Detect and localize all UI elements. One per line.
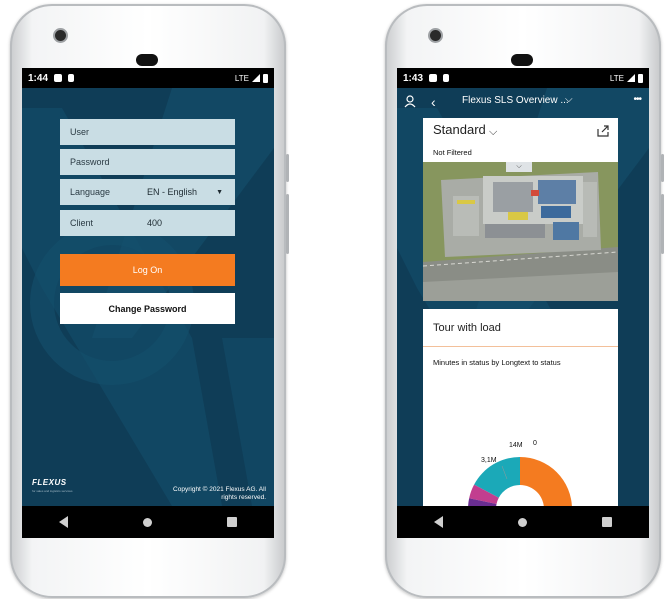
notification-icon	[429, 74, 438, 82]
speaker	[136, 54, 158, 66]
user-placeholder: User	[70, 127, 90, 137]
more-icon[interactable]: •••	[633, 94, 641, 105]
back-icon[interactable]: ‹	[431, 94, 436, 110]
sim-icon	[68, 74, 75, 82]
phone-dashboard: 1:43 LTE ‹ Flexus SLS Overview ... ⌵ •••…	[385, 4, 664, 598]
chevron-down-icon: ⌵	[516, 163, 522, 170]
phone-login: 1:44 LTE User Password Language EN - Eng…	[10, 4, 289, 598]
user-icon[interactable]	[404, 95, 416, 108]
flexus-logo: FLEXUS	[32, 478, 67, 487]
copyright-text: Copyright © 2021 Flexus AG. All rights r…	[173, 486, 266, 501]
login-screen: 1:44 LTE User Password Language EN - Eng…	[22, 68, 274, 538]
client-value: 400	[147, 218, 163, 228]
chevron-down-icon[interactable]: ⌵	[489, 126, 497, 139]
collapse-toggle[interactable]: ⌵	[506, 162, 532, 172]
card-standard-title: Standard	[433, 122, 486, 137]
nav-home-icon[interactable]	[142, 517, 152, 527]
share-icon[interactable]	[596, 124, 610, 138]
language-value: EN - English	[147, 187, 198, 197]
client-field[interactable]: Client 400	[60, 210, 235, 236]
nav-back-icon[interactable]	[59, 516, 69, 528]
card-standard[interactable]: Standard ⌵ Not Filtered ⌵	[423, 118, 618, 301]
battery-icon	[638, 73, 643, 83]
donut-label-3: 0	[533, 440, 537, 447]
user-field[interactable]: User	[60, 119, 235, 145]
system-nav-bar	[22, 506, 274, 538]
language-label: Language	[70, 187, 111, 197]
signal-icon	[627, 74, 635, 82]
card-tour-with-load[interactable]: Tour with load Minutes in status by Long…	[423, 309, 618, 506]
network-label: LTE	[234, 73, 249, 83]
nav-recent-icon[interactable]	[601, 517, 612, 527]
status-time: 1:43	[403, 72, 424, 84]
log-on-button[interactable]: Log On	[60, 254, 235, 286]
speaker	[511, 54, 533, 66]
change-password-button[interactable]: Change Password	[60, 293, 235, 324]
donut-chart	[468, 457, 572, 506]
status-time: 1:44	[28, 72, 49, 84]
nav-back-icon[interactable]	[434, 516, 444, 528]
app-header: ‹ Flexus SLS Overview ... ⌵ •••	[397, 88, 649, 115]
power-button	[661, 154, 664, 182]
status-bar: 1:43 LTE	[397, 68, 649, 88]
donut-label-1: 3,1M	[481, 457, 497, 464]
donut-label-2: 14M	[509, 442, 523, 449]
power-button	[286, 154, 289, 182]
status-bar: 1:44 LTE	[22, 68, 274, 88]
system-nav-bar	[397, 506, 649, 538]
signal-icon	[252, 74, 260, 82]
site-aerial-image: ⌵	[423, 162, 618, 301]
password-placeholder: Password	[70, 157, 110, 167]
dashboard-background: ‹ Flexus SLS Overview ... ⌵ ••• Standard…	[397, 88, 649, 506]
dropdown-caret-icon: ▼	[216, 188, 223, 196]
volume-button	[661, 194, 664, 254]
front-camera	[55, 30, 66, 41]
password-field[interactable]: Password	[60, 149, 235, 175]
nav-home-icon[interactable]	[517, 517, 527, 527]
filter-status: Not Filtered	[433, 148, 472, 157]
chevron-down-icon[interactable]: ⌵	[565, 94, 573, 105]
dashboard-screen: 1:43 LTE ‹ Flexus SLS Overview ... ⌵ •••…	[397, 68, 649, 538]
logo-tagline: for sales and logistics services	[32, 489, 73, 493]
language-select[interactable]: Language EN - English ▼	[60, 179, 235, 205]
nav-recent-icon[interactable]	[226, 517, 237, 527]
login-background: User Password Language EN - English ▼ Cl…	[22, 88, 274, 506]
volume-button	[286, 194, 289, 254]
header-title[interactable]: Flexus SLS Overview ...	[462, 95, 569, 106]
network-label: LTE	[609, 73, 624, 83]
client-label: Client	[70, 218, 94, 228]
front-camera	[430, 30, 441, 41]
battery-icon	[263, 73, 268, 83]
sim-icon	[443, 74, 450, 82]
notification-icon	[54, 74, 63, 82]
